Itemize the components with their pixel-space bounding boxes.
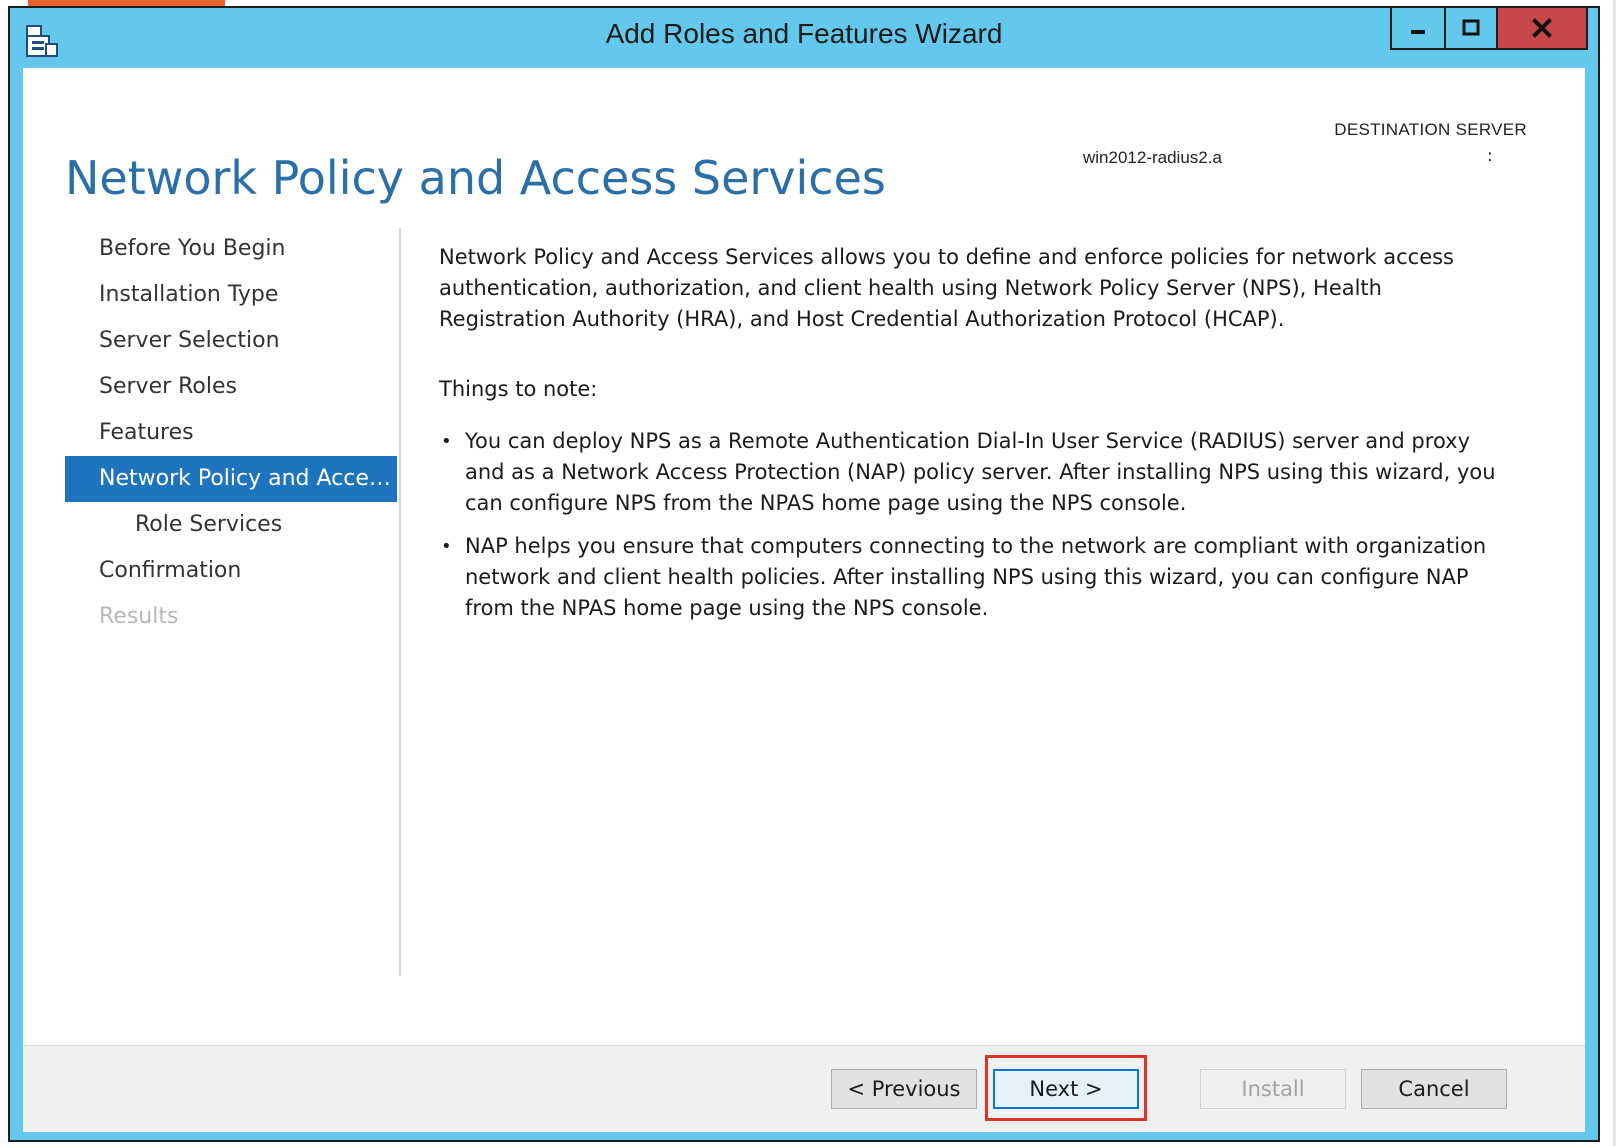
list-item: • You can deploy NPS as a Remote Authent… <box>439 426 1501 519</box>
page-title: Network Policy and Access Services <box>65 150 886 205</box>
nav-item-role-services[interactable]: Role Services <box>65 502 397 548</box>
destination-server-name: win2012-radius2.a <box>1083 148 1222 167</box>
minimize-button[interactable] <box>1390 8 1446 50</box>
next-button[interactable]: Next > <box>993 1069 1139 1109</box>
wizard-window: Add Roles and Features Wizard Network Po… <box>8 6 1600 1142</box>
nav-item-network-policy[interactable]: Network Policy and Acces... <box>65 456 397 502</box>
window-title: Add Roles and Features Wizard <box>605 18 1003 49</box>
nav-item-server-roles[interactable]: Server Roles <box>65 364 397 410</box>
window-controls <box>1390 8 1588 54</box>
bullet-icon: • <box>441 536 452 557</box>
nav-item-installation-type[interactable]: Installation Type <box>65 272 397 318</box>
nav-item-confirmation[interactable]: Confirmation <box>65 548 397 594</box>
button-bar: < Previous Next > Install Cancel <box>23 1045 1585 1132</box>
note-text: NAP helps you ensure that computers conn… <box>465 534 1487 620</box>
previous-button[interactable]: < Previous <box>831 1069 977 1109</box>
minimize-icon <box>1411 30 1425 34</box>
maximize-button[interactable] <box>1444 8 1498 50</box>
maximize-icon <box>1462 19 1480 36</box>
nav-item-before-you-begin[interactable]: Before You Begin <box>65 226 397 272</box>
install-button: Install <box>1200 1069 1346 1109</box>
list-item: • NAP helps you ensure that computers co… <box>439 531 1501 624</box>
wizard-step-nav: Before You Begin Installation Type Serve… <box>65 226 397 640</box>
destination-server-suffix: : <box>1487 146 1493 166</box>
notes-list: • You can deploy NPS as a Remote Authent… <box>439 426 1501 624</box>
nav-divider <box>399 228 401 976</box>
screen: Add Roles and Features Wizard Network Po… <box>0 0 1616 1146</box>
nav-item-features[interactable]: Features <box>65 410 397 456</box>
notes-heading: Things to note: <box>439 377 598 401</box>
bullet-icon: • <box>441 431 452 452</box>
nav-item-server-selection[interactable]: Server Selection <box>65 318 397 364</box>
description-panel: Network Policy and Access Services allow… <box>439 242 1501 636</box>
destination-server-label: DESTINATION SERVER <box>1334 120 1527 139</box>
title-bar[interactable]: Add Roles and Features Wizard <box>10 8 1598 68</box>
cancel-button[interactable]: Cancel <box>1361 1069 1507 1109</box>
close-icon <box>1532 18 1552 38</box>
close-button[interactable] <box>1496 8 1588 50</box>
nav-item-results: Results <box>99 604 179 629</box>
note-text: You can deploy NPS as a Remote Authentic… <box>465 429 1496 515</box>
intro-text: Network Policy and Access Services allow… <box>439 245 1454 331</box>
wizard-body: Network Policy and Access Services DESTI… <box>23 68 1585 1132</box>
